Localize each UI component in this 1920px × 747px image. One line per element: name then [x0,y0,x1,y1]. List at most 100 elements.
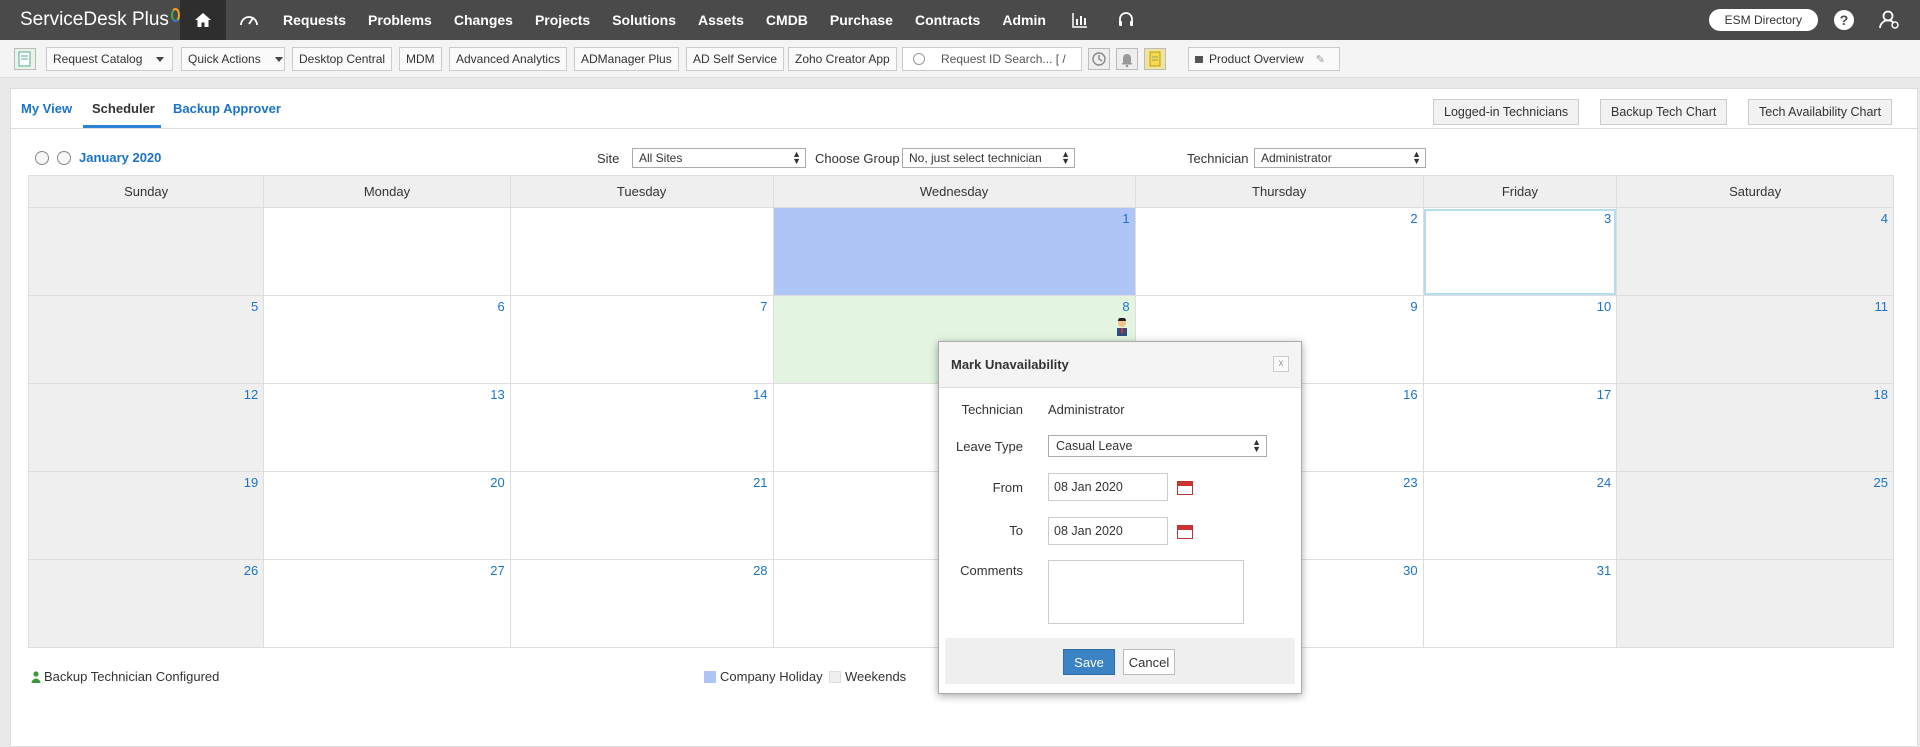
calendar-day[interactable]: 10 [1422,295,1618,384]
site-label: Site [597,151,620,166]
calendar-day[interactable]: 7 [509,295,774,384]
comments-textarea[interactable] [1048,560,1244,624]
history-icon[interactable] [1088,48,1110,70]
calendar-day[interactable]: 4 [1616,207,1894,296]
quick-actions-dropdown[interactable]: Quick Actions [181,47,285,71]
calendar-day[interactable]: 25 [1616,471,1894,560]
desktop-central-button[interactable]: Desktop Central [292,47,393,71]
logo-swirl-icon [170,8,180,22]
backup-technician-icon [31,670,41,683]
group-select[interactable]: No, just select technician ▲ ▼ [902,148,1075,168]
home-icon[interactable] [180,0,226,40]
group-label: Choose Group [815,151,900,166]
calendar-day[interactable]: 11 [1616,295,1894,384]
nav-assets[interactable]: Assets [687,0,755,40]
nav-problems[interactable]: Problems [357,0,443,40]
calendar-day-holiday[interactable]: 1 [772,207,1136,296]
weekday-wednesday: Wednesday [772,175,1136,208]
tab-backup-approver[interactable]: Backup Approver [173,101,281,116]
calendar-day[interactable]: 5 [27,295,265,384]
calendar-day-selected[interactable]: 3 [1422,207,1618,296]
nav-purchase[interactable]: Purchase [819,0,904,40]
tab-scheduler[interactable]: Scheduler [92,101,155,116]
notes-icon[interactable] [1144,48,1166,70]
weekday-tuesday: Tuesday [509,175,774,208]
select-arrows-icon: ▲ ▼ [1252,437,1261,454]
calendar-day[interactable]: 20 [263,471,511,560]
close-icon[interactable]: x [1273,356,1289,372]
from-date-input[interactable]: 08 Jan 2020 [1048,473,1168,501]
calendar-day[interactable]: 21 [509,471,774,560]
reports-icon[interactable] [1057,0,1103,40]
request-catalog-dropdown[interactable]: Request Catalog [46,47,173,71]
request-id-search[interactable]: Request ID Search... [ / [902,47,1082,71]
legend-weekends: Weekends [829,669,906,684]
save-button[interactable]: Save [1063,649,1115,675]
calendar-day[interactable]: 18 [1616,383,1894,472]
notification-bell-icon[interactable] [1116,48,1138,70]
calendar-day[interactable]: 31 [1422,559,1618,648]
calendar-day[interactable]: 14 [509,383,774,472]
advanced-analytics-button[interactable]: Advanced Analytics [449,47,568,71]
calendar-day [27,207,265,296]
backup-tech-chart-button[interactable]: Backup Tech Chart [1600,99,1728,125]
to-calendar-icon[interactable] [1177,525,1193,539]
headset-icon[interactable] [1103,0,1149,40]
nav-requests[interactable]: Requests [272,0,357,40]
leave-type-select[interactable]: Casual Leave ▲ ▼ [1048,435,1267,457]
user-profile-icon[interactable] [1878,9,1900,31]
to-date-input[interactable]: 08 Jan 2020 [1048,517,1168,545]
esm-directory-button[interactable]: ESM Directory [1708,9,1818,31]
leave-type-label: Leave Type [956,439,1023,454]
calendar-day[interactable]: 6 [263,295,511,384]
site-select[interactable]: All Sites ▲ ▼ [632,148,806,168]
calendar-day[interactable]: 17 [1422,383,1618,472]
logged-in-technicians-button[interactable]: Logged-in Technicians [1433,99,1580,125]
comments-label: Comments [960,563,1023,578]
video-icon [1195,55,1203,63]
zoho-creator-button[interactable]: Zoho Creator App [788,47,897,71]
weekday-friday: Friday [1422,175,1618,208]
technician-value: Administrator [1048,402,1125,417]
tab-my-view[interactable]: My View [21,101,72,116]
calendar-day[interactable]: 12 [27,383,265,472]
ad-self-service-button[interactable]: AD Self Service [686,47,785,71]
from-label: From [992,480,1023,495]
technician-avatar-icon[interactable] [1114,318,1130,336]
product-overview-button[interactable]: Product Overview ✎ [1188,47,1340,71]
dialog-footer: Save Cancel [945,638,1295,684]
weekday-thursday: Thursday [1134,175,1424,208]
nav-cmdb[interactable]: CMDB [755,0,819,40]
calendar-day[interactable]: 19 [27,471,265,560]
calendar-day [509,207,774,296]
calendar-day[interactable]: 27 [263,559,511,648]
legend-backup: Backup Technician Configured [31,669,219,684]
help-icon[interactable]: ? [1834,10,1854,30]
calendar-day[interactable]: 28 [509,559,774,648]
nav-contracts[interactable]: Contracts [904,0,991,40]
dashboard-icon[interactable] [226,0,272,40]
servicedesk-logo[interactable]: ServiceDesk Plus [0,0,180,40]
technician-select[interactable]: Administrator ▲ ▼ [1254,148,1426,168]
from-calendar-icon[interactable] [1177,481,1193,495]
new-request-icon[interactable] [14,48,36,70]
nav-admin[interactable]: Admin [991,0,1057,40]
dialog-title: Mark Unavailability [951,357,1069,372]
weekend-swatch [829,670,841,683]
nav-changes[interactable]: Changes [443,0,524,40]
calendar-day[interactable]: 24 [1422,471,1618,560]
view-tabs: My View Scheduler Backup Approver Logged… [11,89,1917,129]
calendar-day[interactable]: 13 [263,383,511,472]
nav-projects[interactable]: Projects [524,0,601,40]
mdm-button[interactable]: MDM [399,47,442,71]
caret-down-icon [156,56,165,62]
calendar-day[interactable]: 2 [1134,207,1424,296]
holiday-swatch [704,670,716,683]
admanager-plus-button[interactable]: ADManager Plus [574,47,679,71]
calendar-day[interactable]: 26 [27,559,265,648]
tech-availability-chart-button[interactable]: Tech Availability Chart [1748,99,1893,125]
nav-solutions[interactable]: Solutions [601,0,687,40]
previous-month-icon[interactable] [35,151,49,165]
cancel-button[interactable]: Cancel [1123,649,1175,675]
next-month-icon[interactable] [57,151,71,165]
